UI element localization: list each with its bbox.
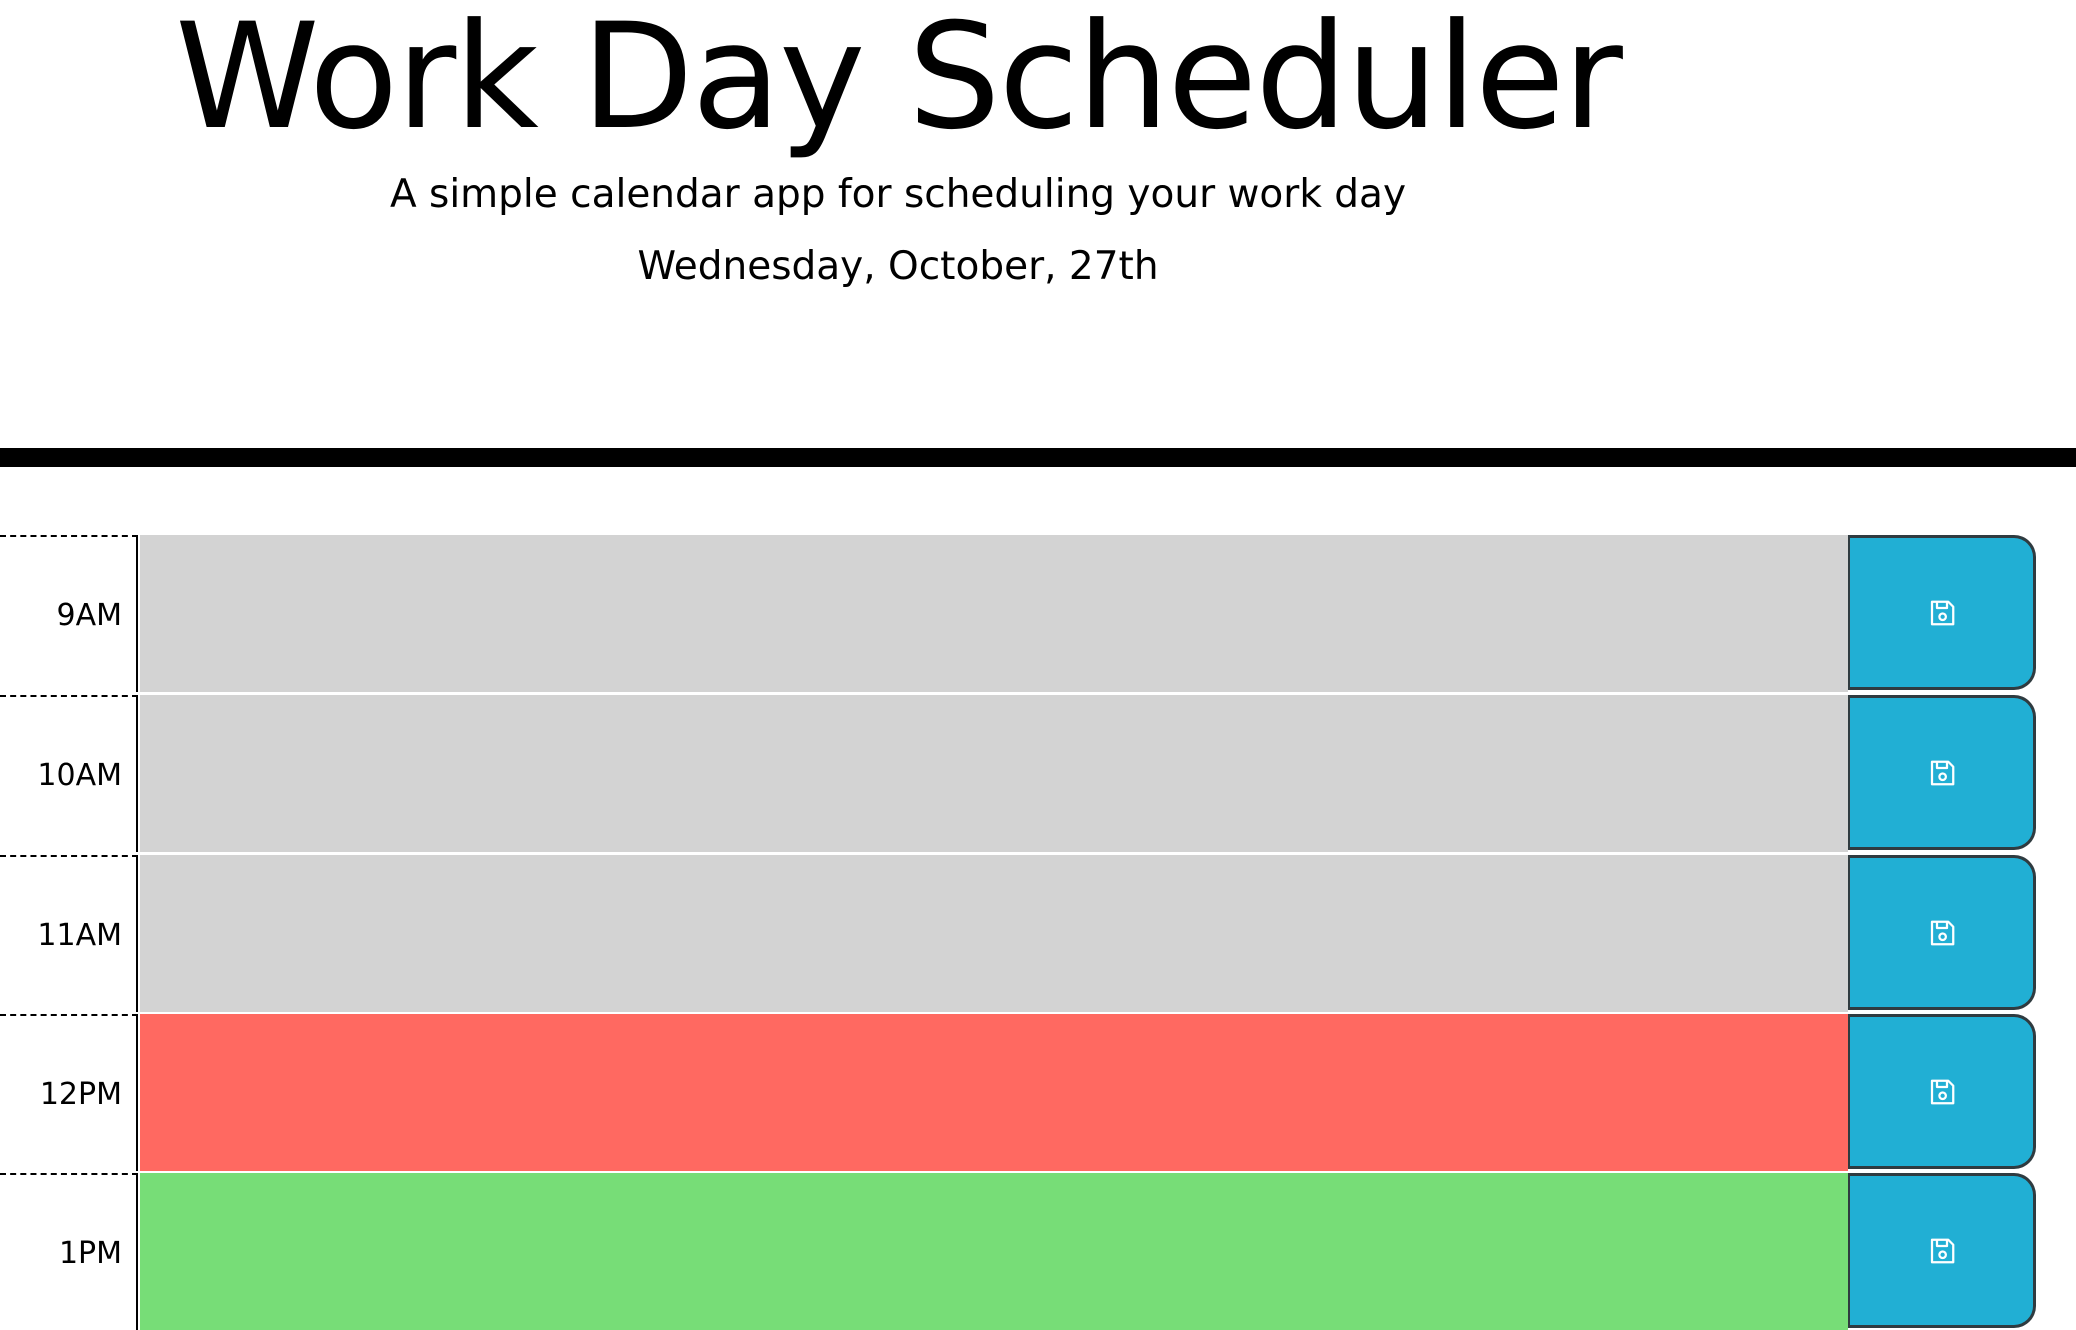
save-icon: [1927, 1236, 1957, 1266]
hour-label: 9AM: [0, 535, 138, 692]
event-description-input[interactable]: [140, 695, 1848, 852]
header-divider: [0, 448, 2076, 467]
save-button[interactable]: [1848, 1014, 2036, 1169]
event-description-input[interactable]: [140, 855, 1848, 1012]
event-description-input[interactable]: [140, 1173, 1848, 1330]
save-button[interactable]: [1848, 695, 2036, 850]
time-block: 1PM: [0, 1173, 2076, 1330]
hour-label: 10AM: [0, 695, 138, 852]
save-button[interactable]: [1848, 855, 2036, 1010]
event-description-input[interactable]: [140, 535, 1848, 692]
hour-label: 1PM: [0, 1173, 138, 1330]
save-button[interactable]: [1848, 1173, 2036, 1328]
event-description-input[interactable]: [140, 1014, 1848, 1171]
save-icon: [1927, 758, 1957, 788]
page-title: Work Day Scheduler: [175, 0, 1623, 162]
current-day: Wednesday, October, 27th: [637, 244, 1159, 289]
time-block: 11AM: [0, 855, 2076, 1015]
hour-label: 11AM: [0, 855, 138, 1012]
hour-label: 12PM: [0, 1014, 138, 1171]
save-button[interactable]: [1848, 535, 2036, 690]
save-icon: [1927, 598, 1957, 628]
save-icon: [1927, 1077, 1957, 1107]
save-icon: [1927, 918, 1957, 948]
time-block: 9AM: [0, 535, 2076, 695]
time-block: 10AM: [0, 695, 2076, 855]
header: Work Day Scheduler A simple calendar app…: [0, 0, 1796, 300]
page-subtitle: A simple calendar app for scheduling you…: [389, 172, 1407, 217]
time-block: 12PM: [0, 1014, 2076, 1174]
